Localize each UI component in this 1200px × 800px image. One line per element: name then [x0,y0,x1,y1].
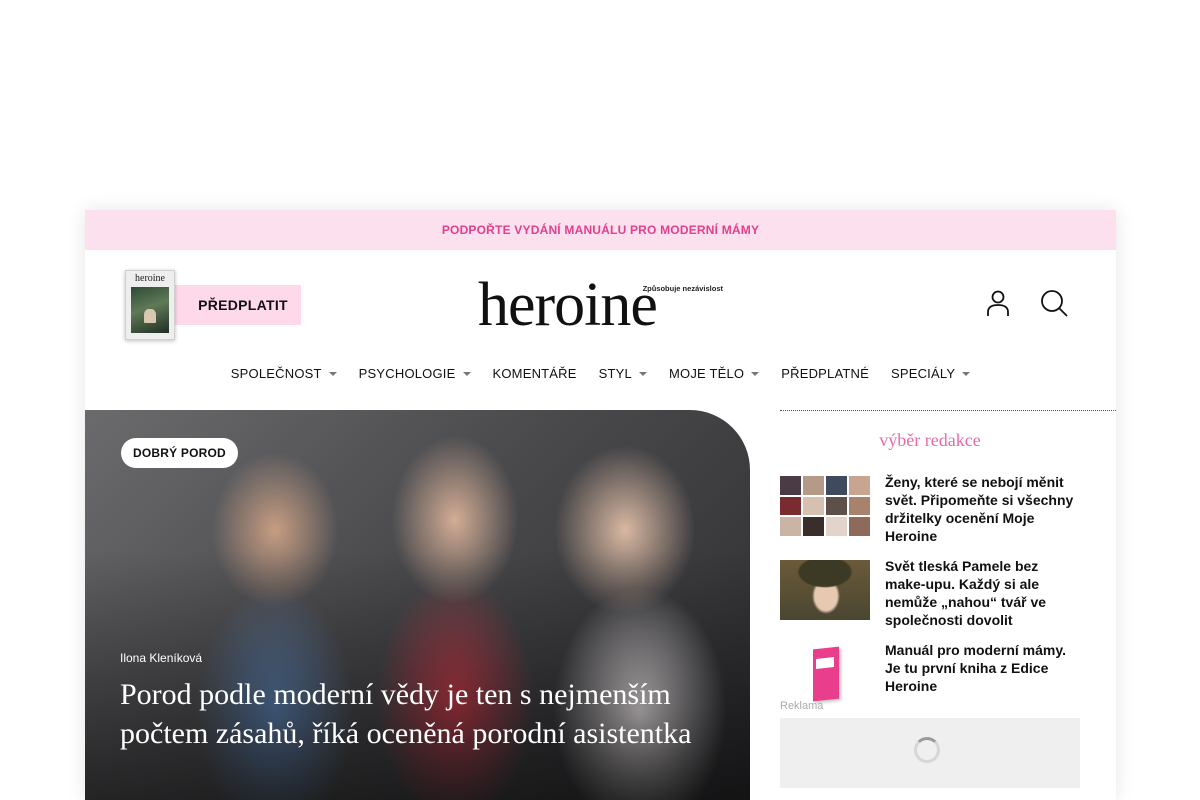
pick-title: Ženy, které se nebojí měnit svět. Připom… [885,474,1074,544]
ad-label: Reklama [780,700,824,712]
site-logo[interactable]: heroine Způsobuje nezávislost [478,274,723,338]
hero-article[interactable]: DOBRÝ POROD Ilona Kleníková Porod podle … [85,410,750,800]
nav-item-label: SPOLEČNOST [230,366,322,381]
search-icon[interactable] [1039,288,1069,318]
pick-thumbnail [780,476,870,536]
editors-pick-item[interactable]: Svět tleská Pamele bez make-upu. Každý s… [780,558,1080,628]
nav-item-styl[interactable]: STYL [599,366,647,381]
magazine-cover-photo [131,287,169,333]
nav-item-label: KOMENTÁŘE [492,366,577,381]
pick-title: Svět tleská Pamele bez make-upu. Každý s… [885,558,1047,628]
caret-down-icon [751,371,760,376]
nav-item-spolecnost[interactable]: SPOLEČNOST [231,366,337,381]
main-nav: SPOLEČNOST PSYCHOLOGIE KOMENTÁŘE STYL MO… [85,366,1116,381]
nav-item-psychologie[interactable]: PSYCHOLOGIE [359,366,471,381]
pick-thumbnail [780,560,870,620]
caret-down-icon [328,371,337,376]
site-header: heroine PŘEDPLATIT heroine Způsobuje nez… [85,250,1116,410]
nav-item-moje-telo[interactable]: MOJE TĚLO [668,366,760,381]
nav-item-specialy[interactable]: SPECIÁLY [890,366,971,381]
caret-down-icon [638,371,647,376]
hero-author[interactable]: Ilona Kleníková [120,651,202,665]
caret-down-icon [962,371,971,376]
editors-picks-title: výběr redakce [879,430,981,450]
nav-item-komentare[interactable]: KOMENTÁŘE [493,366,577,381]
magazine-cover-title: heroine [135,273,165,284]
pick-title: Manuál pro moderní mámy. Je tu první kni… [885,642,1066,694]
pick-thumbnail [780,644,870,704]
nav-item-label: STYL [598,366,632,381]
ad-slot[interactable] [780,718,1080,788]
logo-wordmark: heroine [478,271,658,339]
promo-link[interactable]: PODPOŘTE VYDÁNÍ MANUÁLU PRO MODERNÍ MÁMY [442,223,759,237]
nav-item-label: PŘEDPLATNÉ [781,366,869,381]
nav-item-predplatne[interactable]: PŘEDPLATNÉ [781,366,869,381]
dotted-divider [780,410,1116,411]
subscribe-button[interactable]: PŘEDPLATIT [165,285,301,325]
nav-item-label: SPECIÁLY [890,366,956,381]
hero-category-badge[interactable]: DOBRÝ POROD [121,438,238,468]
nav-item-label: MOJE TĚLO [668,366,745,381]
hero-title[interactable]: Porod podle moderní vědy je ten s nejmen… [120,675,730,753]
promo-bar: PODPOŘTE VYDÁNÍ MANUÁLU PRO MODERNÍ MÁMY [85,210,1116,250]
user-icon[interactable] [983,288,1013,318]
logo-tagline: Způsobuje nezávislost [642,284,723,293]
magazine-cover[interactable]: heroine [125,270,175,340]
editors-picks-sidebar: výběr redakce Ženy, které se nebojí měni… [780,410,1116,800]
loading-spinner-icon [914,737,940,763]
caret-down-icon [462,371,471,376]
editors-pick-item[interactable]: Manuál pro moderní mámy. Je tu první kni… [780,642,1080,708]
site-frame: PODPOŘTE VYDÁNÍ MANUÁLU PRO MODERNÍ MÁMY… [85,210,1116,800]
nav-item-label: PSYCHOLOGIE [358,366,456,381]
editors-pick-item[interactable]: Ženy, které se nebojí měnit svět. Připom… [780,474,1080,544]
